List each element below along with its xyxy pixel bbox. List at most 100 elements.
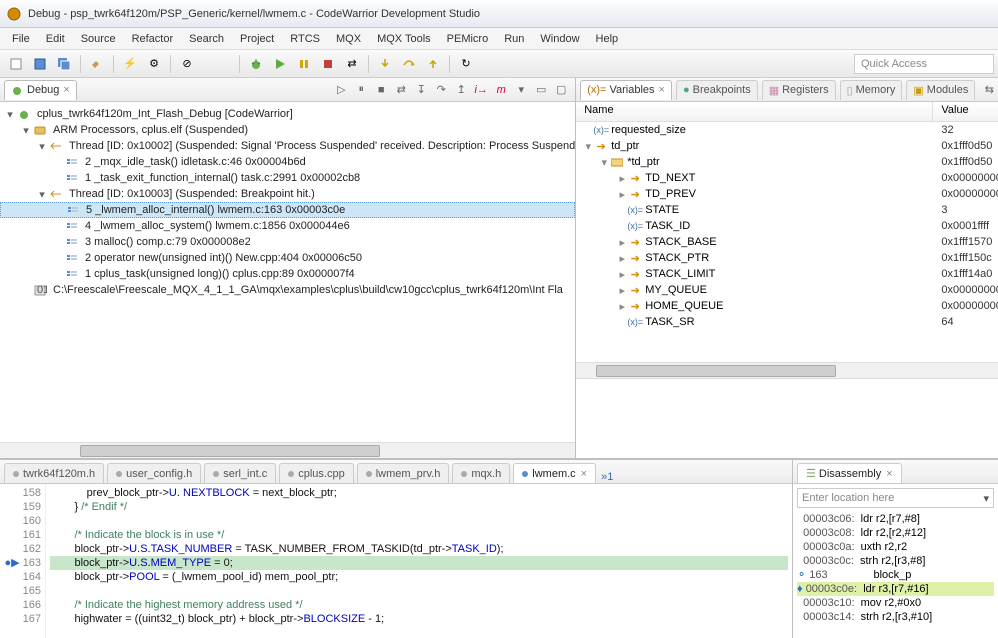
editor-tab[interactable]: serl_int.c (204, 463, 276, 483)
dropdown-icon[interactable]: ▾ (512, 81, 530, 99)
suspend-icon[interactable]: ⏸ (352, 81, 370, 99)
close-icon[interactable]: × (581, 468, 587, 480)
debug-icon[interactable] (245, 53, 267, 75)
debug-node[interactable]: 1 cplus_task(unsigned long)() cplus.cpp:… (0, 266, 575, 282)
variable-row[interactable]: ▸➔TD_PREV0x00000000 (576, 186, 998, 202)
variables-rows[interactable]: (x)=requested_size32▾➔td_ptr0x1fff0d50▾*… (576, 122, 998, 362)
collapse-icon[interactable]: ⇆ (980, 81, 998, 99)
debug-node[interactable]: 01C:\Freescale\Freescale_MQX_4_1_1_GA\mq… (0, 282, 575, 298)
tree-twist-icon[interactable]: ▾ (36, 188, 48, 201)
step-over-btn-icon[interactable]: ↷ (432, 81, 450, 99)
tree-twist-icon[interactable]: ▾ (20, 124, 32, 137)
variable-row[interactable]: (x)=TASK_SR64 (576, 314, 998, 330)
menu-search[interactable]: Search (181, 31, 232, 47)
column-value[interactable]: Value (933, 102, 998, 121)
line-gutter[interactable]: 158159160161162●▶ 163164165166167 (0, 484, 46, 638)
tab-disassembly[interactable]: ☰ Disassembly × (797, 463, 902, 483)
stop-icon[interactable] (317, 53, 339, 75)
tab-breakpoints[interactable]: ●Breakpoints (676, 80, 758, 100)
run-icon[interactable] (269, 53, 291, 75)
debug-node[interactable]: 3 malloc() comp.c:79 0x000008e2 (0, 234, 575, 250)
tree-twist-icon[interactable]: ▾ (36, 140, 48, 153)
menu-source[interactable]: Source (73, 31, 124, 47)
close-icon[interactable]: × (659, 84, 665, 96)
step-over-icon[interactable] (398, 53, 420, 75)
tab-debug[interactable]: Debug × (4, 80, 77, 100)
chevron-down-icon[interactable]: ▾ (983, 492, 989, 505)
variable-row[interactable]: ▸➔TD_NEXT0x00000000 (576, 170, 998, 186)
close-icon[interactable]: × (886, 468, 892, 480)
variable-row[interactable]: ▸➔HOME_QUEUE0x00000000 (576, 298, 998, 314)
tree-twist-icon[interactable]: ▸ (616, 300, 628, 313)
disconnect-icon[interactable]: ⇄ (341, 53, 363, 75)
tree-twist-icon[interactable]: ▸ (616, 172, 628, 185)
disasm-line[interactable]: 00003c14: strh r2,[r3,#10] (797, 610, 994, 624)
menu-rtcs[interactable]: RTCS (282, 31, 328, 47)
variable-row[interactable]: ▾➔td_ptr0x1fff0d50 (576, 138, 998, 154)
editor-tab[interactable]: twrk64f120m.h (4, 463, 104, 483)
menu-help[interactable]: Help (588, 31, 627, 47)
menu-pemicro[interactable]: PEMicro (439, 31, 497, 47)
editor-tab[interactable]: mqx.h (452, 463, 510, 483)
editor-tab[interactable]: lwmem_prv.h (357, 463, 450, 483)
m-icon[interactable]: m (492, 81, 510, 99)
variable-row[interactable]: ▾*td_ptr0x1fff0d50 (576, 154, 998, 170)
debug-tree[interactable]: ▾cplus_twrk64f120m_Int_Flash_Debug [Code… (0, 102, 575, 442)
disasm-line[interactable]: ⚬ 163 block_p (797, 568, 994, 582)
step-into-btn-icon[interactable]: ↧ (412, 81, 430, 99)
terminate-icon[interactable]: ■ (372, 81, 390, 99)
tree-twist-icon[interactable]: ▾ (4, 108, 16, 121)
hammer-icon[interactable] (86, 53, 108, 75)
variable-row[interactable]: (x)=TASK_ID0x0001ffff (576, 218, 998, 234)
debug-node[interactable]: ▾Thread [ID: 0x10003] (Suspended: Breakp… (0, 186, 575, 202)
tree-twist-icon[interactable]: ▸ (616, 188, 628, 201)
tree-twist-icon[interactable]: ▾ (598, 156, 610, 169)
column-name[interactable]: Name (576, 102, 933, 121)
step-out-btn-icon[interactable]: ↥ (452, 81, 470, 99)
maximize-icon[interactable]: ▢ (552, 81, 570, 99)
menu-file[interactable]: File (4, 31, 38, 47)
disasm-listing[interactable]: 00003c06: ldr r2,[r7,#8] 00003c08: ldr r… (793, 510, 998, 638)
tree-twist-icon[interactable]: ▸ (616, 252, 628, 265)
save-all-icon[interactable] (53, 53, 75, 75)
disasm-line[interactable]: 00003c06: ldr r2,[r7,#8] (797, 512, 994, 526)
skip-bp-icon[interactable]: ⊘ (176, 53, 198, 75)
gear-icon[interactable]: ⚙ (143, 53, 165, 75)
disasm-line[interactable]: 00003c10: mov r2,#0x0 (797, 596, 994, 610)
debug-node[interactable]: ▾Thread [ID: 0x10002] (Suspended: Signal… (0, 138, 575, 154)
tab-variables[interactable]: (x)= Variables × (580, 80, 672, 100)
disasm-line[interactable]: 00003c0c: strh r2,[r3,#8] (797, 554, 994, 568)
disasm-line[interactable]: ♦ 00003c0e: ldr r3,[r7,#16] (797, 582, 994, 596)
debug-node[interactable]: 5 _lwmem_alloc_internal() lwmem.c:163 0x… (0, 202, 575, 218)
minimize-icon[interactable]: ▭ (532, 81, 550, 99)
debug-node[interactable]: 2 operator new(unsigned int)() New.cpp:4… (0, 250, 575, 266)
disasm-location-input[interactable]: Enter location here▾ (797, 488, 994, 508)
variable-row[interactable]: ▸➔MY_QUEUE0x00000000 (576, 282, 998, 298)
restart-icon[interactable]: ↻ (455, 53, 477, 75)
disasm-line[interactable]: 00003c08: ldr r2,[r2,#12] (797, 526, 994, 540)
tab-modules[interactable]: ▣Modules (906, 80, 975, 100)
menu-project[interactable]: Project (232, 31, 282, 47)
editor-tab[interactable]: user_config.h (107, 463, 201, 483)
tree-twist-icon[interactable]: ▸ (616, 268, 628, 281)
variable-row[interactable]: (x)=requested_size32 (576, 122, 998, 138)
editor-tab-active[interactable]: lwmem.c× (513, 463, 596, 483)
disconnect-btn-icon[interactable]: ⇄ (392, 81, 410, 99)
variable-row[interactable]: (x)=STATE3 (576, 202, 998, 218)
variable-row[interactable]: ▸➔STACK_BASE0x1fff1570 (576, 234, 998, 250)
pause-icon[interactable] (293, 53, 315, 75)
tree-twist-icon[interactable]: ▸ (616, 236, 628, 249)
menu-mqx[interactable]: MQX (328, 31, 369, 47)
debug-node[interactable]: ▾cplus_twrk64f120m_Int_Flash_Debug [Code… (0, 106, 575, 122)
tab-memory[interactable]: ▯Memory (840, 80, 903, 100)
menu-edit[interactable]: Edit (38, 31, 73, 47)
close-icon[interactable]: × (63, 84, 69, 96)
debug-node[interactable]: 4 _lwmem_alloc_system() lwmem.c:1856 0x0… (0, 218, 575, 234)
step-into-icon[interactable] (374, 53, 396, 75)
editor-tab[interactable]: cplus.cpp (279, 463, 353, 483)
horizontal-scrollbar[interactable] (576, 362, 998, 378)
code-editor[interactable]: 158159160161162●▶ 163164165166167 prev_b… (0, 484, 792, 638)
save-icon[interactable] (29, 53, 51, 75)
new-icon[interactable] (5, 53, 27, 75)
debug-node[interactable]: 1 _task_exit_function_internal() task.c:… (0, 170, 575, 186)
